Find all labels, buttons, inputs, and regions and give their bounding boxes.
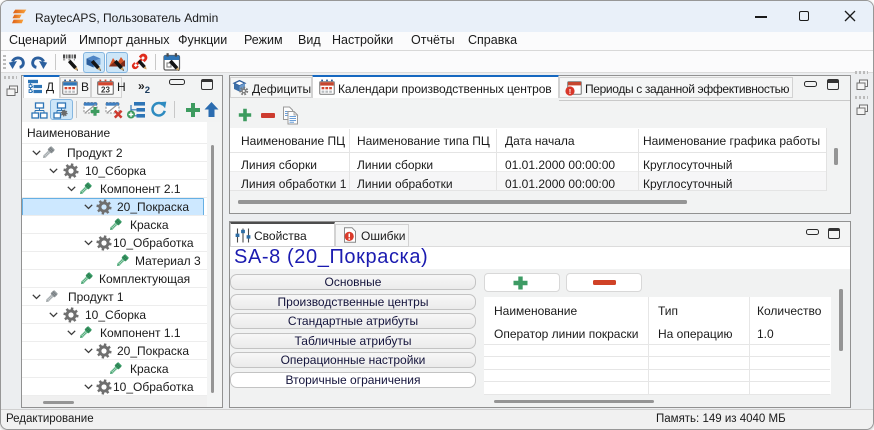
svg-text:23: 23 — [101, 85, 110, 94]
svg-text:!: ! — [569, 87, 572, 96]
